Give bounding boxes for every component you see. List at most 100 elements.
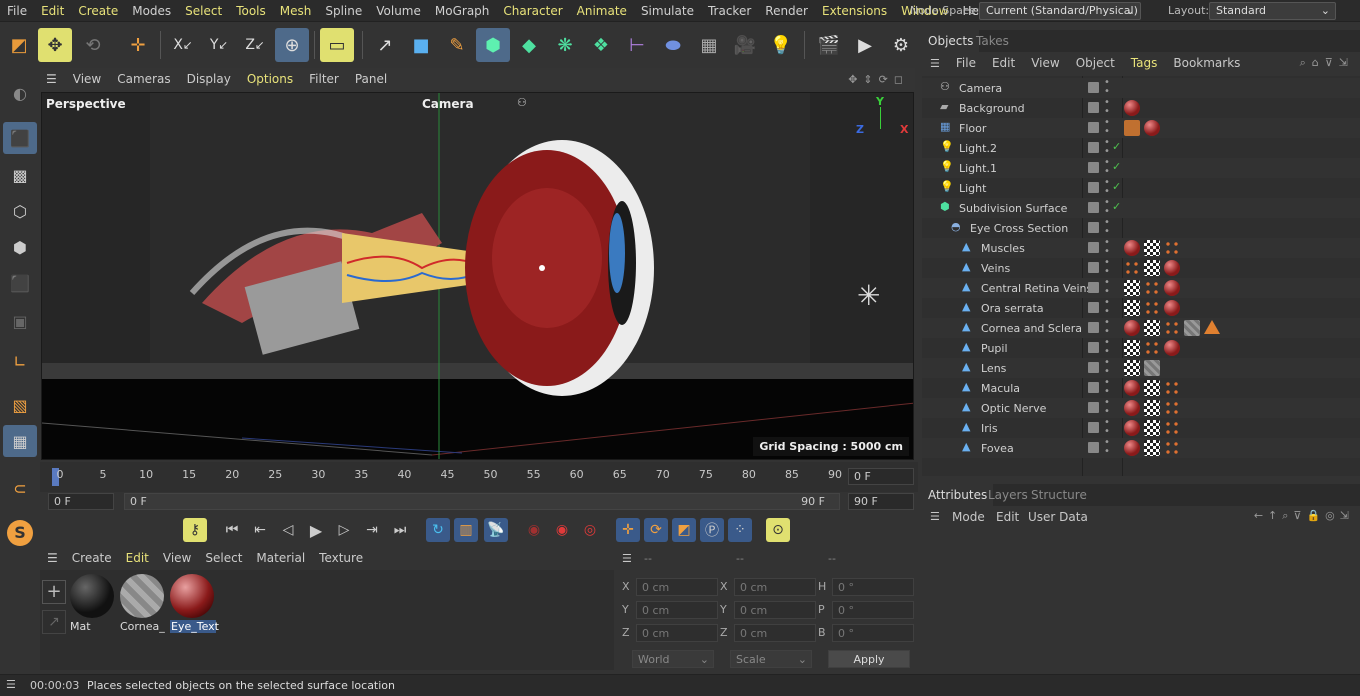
viewport-menu-filter[interactable]: Filter xyxy=(301,72,347,86)
editor-visibility-toggle[interactable] xyxy=(1088,82,1099,93)
material-menu-material[interactable]: Material xyxy=(249,551,312,565)
spline-pen-icon[interactable]: ↗ xyxy=(368,28,402,62)
object-row[interactable]: ▲ Muscles • • xyxy=(922,238,1360,258)
editor-visibility-toggle[interactable] xyxy=(1088,302,1099,313)
checker-tag-icon[interactable] xyxy=(1124,340,1140,356)
checker-tag-icon[interactable] xyxy=(1144,260,1160,276)
deformer-icon[interactable]: ⊢ xyxy=(620,28,654,62)
menu-create[interactable]: Create xyxy=(71,4,125,18)
y-axis-lock-icon[interactable]: Y ↙ xyxy=(202,28,236,62)
viewport-menu-display[interactable]: Display xyxy=(179,72,239,86)
move-tool-icon[interactable]: ✛ xyxy=(121,28,155,62)
attributes-menu-user-data[interactable]: User Data xyxy=(1028,510,1088,524)
uv-mode-icon[interactable]: ▣ xyxy=(3,305,37,337)
material-tag-icon[interactable] xyxy=(1164,300,1180,316)
object-row[interactable]: ⬢ Subdivision Surface • • ✓ xyxy=(922,198,1360,218)
checker-tag-icon[interactable] xyxy=(1144,380,1160,396)
hamburger-icon[interactable]: ☰ xyxy=(40,72,65,86)
menu-tracker[interactable]: Tracker xyxy=(701,4,758,18)
editor-visibility-toggle[interactable] xyxy=(1088,102,1099,113)
objects-menu-object[interactable]: Object xyxy=(1068,56,1123,70)
render-visibility-dots[interactable]: • • xyxy=(1104,238,1110,257)
editor-visibility-toggle[interactable] xyxy=(1088,282,1099,293)
object-row[interactable]: ▦ Floor • • xyxy=(922,118,1360,138)
key-rotation-icon[interactable]: ⟳ xyxy=(644,518,668,542)
objects-panel-icons[interactable]: ⌕⌂⊽⇲ xyxy=(1300,56,1354,70)
objects-menu-view[interactable]: View xyxy=(1023,56,1067,70)
next-frame-icon[interactable]: ▷ xyxy=(332,518,356,542)
object-row[interactable]: ▲ Lens • • xyxy=(922,358,1360,378)
editor-visibility-toggle[interactable] xyxy=(1088,202,1099,213)
object-row[interactable]: 💡 Light.2 • • ✓ xyxy=(922,138,1360,158)
floor-icon[interactable]: ▦ xyxy=(692,28,726,62)
3d-viewport[interactable]: ✳ Perspective Camera ⚇ Y X Z Grid Spacin… xyxy=(41,92,914,460)
texture-mode-icon[interactable]: ▩ xyxy=(3,159,37,191)
layout-dropdown[interactable]: Standard ⌄ xyxy=(1209,2,1336,20)
x-axis-lock-icon[interactable]: X ↙ xyxy=(166,28,200,62)
camera-gizmo-icon[interactable]: ⚇ xyxy=(517,96,527,109)
axis-mode-icon[interactable]: ∟ xyxy=(3,345,37,377)
render-visibility-dots[interactable]: • • xyxy=(1104,378,1110,397)
extrude-icon[interactable]: ◆ xyxy=(512,28,546,62)
menu-simulate[interactable]: Simulate xyxy=(634,4,701,18)
render-visibility-dots[interactable]: • • xyxy=(1104,338,1110,357)
keyframe-key-icon[interactable]: ⚷ xyxy=(183,518,207,542)
material-menu-create[interactable]: Create xyxy=(65,551,119,565)
checker-tag-icon[interactable] xyxy=(1124,300,1140,316)
enabled-check-icon[interactable]: ✓ xyxy=(1112,160,1121,173)
object-row[interactable]: ▲ Macula • • xyxy=(922,378,1360,398)
coord-field[interactable]: 0 ° xyxy=(832,578,914,596)
tab-attributes[interactable]: Attributes xyxy=(922,484,994,506)
menu-spline[interactable]: Spline xyxy=(318,4,369,18)
enabled-check-icon[interactable]: ✓ xyxy=(1112,180,1121,193)
render-visibility-dots[interactable]: • • xyxy=(1104,218,1110,237)
menu-character[interactable]: Character xyxy=(496,4,569,18)
world-dropdown[interactable]: World ⌄ xyxy=(632,650,714,668)
subdivision-icon[interactable]: ⬢ xyxy=(476,28,510,62)
checker-tag-icon[interactable] xyxy=(1144,240,1160,256)
coord-field[interactable]: 0 cm xyxy=(734,601,816,619)
key-scale-icon[interactable]: ◩ xyxy=(672,518,696,542)
scale-dropdown[interactable]: Scale ⌄ xyxy=(730,650,812,668)
render-visibility-dots[interactable]: • • xyxy=(1104,278,1110,297)
start-frame-field[interactable]: 0 F xyxy=(48,493,114,510)
material-tag-icon[interactable] xyxy=(1124,400,1140,416)
move-live-select-icon[interactable]: ✥ xyxy=(38,28,72,62)
polygons-mode-icon[interactable]: ⬛ xyxy=(3,267,37,299)
material-tag-icon[interactable] xyxy=(1124,420,1140,436)
editor-visibility-toggle[interactable] xyxy=(1088,122,1099,133)
phong-tag-icon[interactable] xyxy=(1144,340,1160,356)
material-menu-view[interactable]: View xyxy=(156,551,198,565)
phong-tag-icon[interactable] xyxy=(1164,440,1180,456)
editor-visibility-toggle[interactable] xyxy=(1088,162,1099,173)
objects-menu-edit[interactable]: Edit xyxy=(984,56,1023,70)
render-visibility-dots[interactable]: • • xyxy=(1104,358,1110,377)
hamburger-icon[interactable]: ☰ xyxy=(6,678,16,691)
object-row[interactable]: ▲ Iris • • xyxy=(922,418,1360,438)
coord-field[interactable]: 0 cm xyxy=(734,578,816,596)
menu-extensions[interactable]: Extensions xyxy=(815,4,894,18)
object-row[interactable]: ▲ Cornea and Sclera • • xyxy=(922,318,1360,338)
menu-animate[interactable]: Animate xyxy=(570,4,634,18)
object-row[interactable]: ▰ Background • • xyxy=(922,98,1360,118)
frame-rate-icon[interactable]: ▥ xyxy=(454,518,478,542)
render-visibility-dots[interactable]: • • xyxy=(1104,138,1110,157)
render-visibility-dots[interactable]: • • xyxy=(1104,398,1110,417)
editor-visibility-toggle[interactable] xyxy=(1088,182,1099,193)
hamburger-icon[interactable]: ☰ xyxy=(930,510,940,523)
node-space-dropdown[interactable]: Current (Standard/Physical) ⌄ xyxy=(979,2,1141,20)
key-position-icon[interactable]: ✛ xyxy=(616,518,640,542)
next-key-icon[interactable]: ⇥ xyxy=(360,518,384,542)
pen-icon[interactable]: ✎ xyxy=(440,28,474,62)
make-editable-icon[interactable]: ◐ xyxy=(3,77,37,109)
attributes-menu-mode[interactable]: Mode xyxy=(952,510,985,524)
render-visibility-dots[interactable]: • • xyxy=(1104,118,1110,137)
object-row[interactable]: ▲ Pupil • • xyxy=(922,338,1360,358)
undo-icon[interactable]: ◩ xyxy=(2,28,36,62)
coordinate-system-icon[interactable]: ⊕ xyxy=(275,28,309,62)
editor-visibility-toggle[interactable] xyxy=(1088,242,1099,253)
render-visibility-dots[interactable]: • • xyxy=(1104,298,1110,317)
object-row[interactable]: 💡 Light • • ✓ xyxy=(922,178,1360,198)
add-material-icon[interactable]: + xyxy=(42,580,66,604)
object-row[interactable]: ▲ Ora serrata • • xyxy=(922,298,1360,318)
